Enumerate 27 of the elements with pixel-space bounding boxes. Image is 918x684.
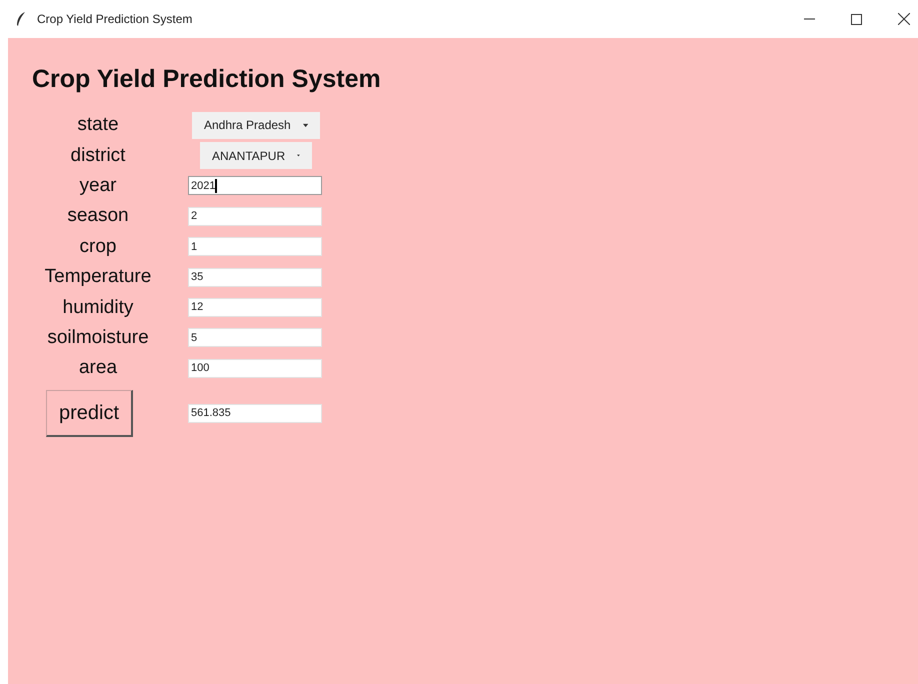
field-label: state — [77, 113, 119, 138]
dropdown[interactable]: Andhra Pradesh — [192, 112, 320, 139]
caret-icon — [302, 122, 308, 128]
input-field[interactable]: 2 — [188, 206, 322, 226]
maximize-icon[interactable] — [851, 14, 862, 24]
predict-button[interactable]: predict — [46, 390, 133, 437]
input-field[interactable]: 12 — [188, 298, 322, 318]
minimize-icon[interactable] — [804, 18, 815, 20]
dropdown[interactable]: ANANTAPUR — [200, 142, 312, 170]
field-label: Temperature — [44, 265, 152, 290]
field-label: district — [70, 144, 126, 168]
result-field: 561.835 — [188, 404, 322, 423]
input-field[interactable]: 35 — [188, 268, 322, 287]
window-title: Crop Yield Prediction System — [37, 11, 192, 28]
input-field[interactable]: 2021 — [188, 176, 322, 196]
input-field[interactable]: 100 — [188, 358, 322, 378]
field-label: humidity — [62, 296, 134, 320]
page-heading: Crop Yield Prediction System — [32, 64, 381, 95]
field-label: season — [67, 204, 129, 228]
field-label: crop — [80, 234, 116, 259]
feather-icon — [16, 12, 26, 26]
close-icon[interactable] — [898, 13, 910, 25]
input-field[interactable]: 5 — [188, 328, 322, 348]
input-field[interactable]: 1 — [188, 237, 322, 256]
field-label: soilmoisture — [47, 326, 149, 350]
field-label: year — [80, 174, 116, 198]
field-label: area — [78, 356, 118, 380]
